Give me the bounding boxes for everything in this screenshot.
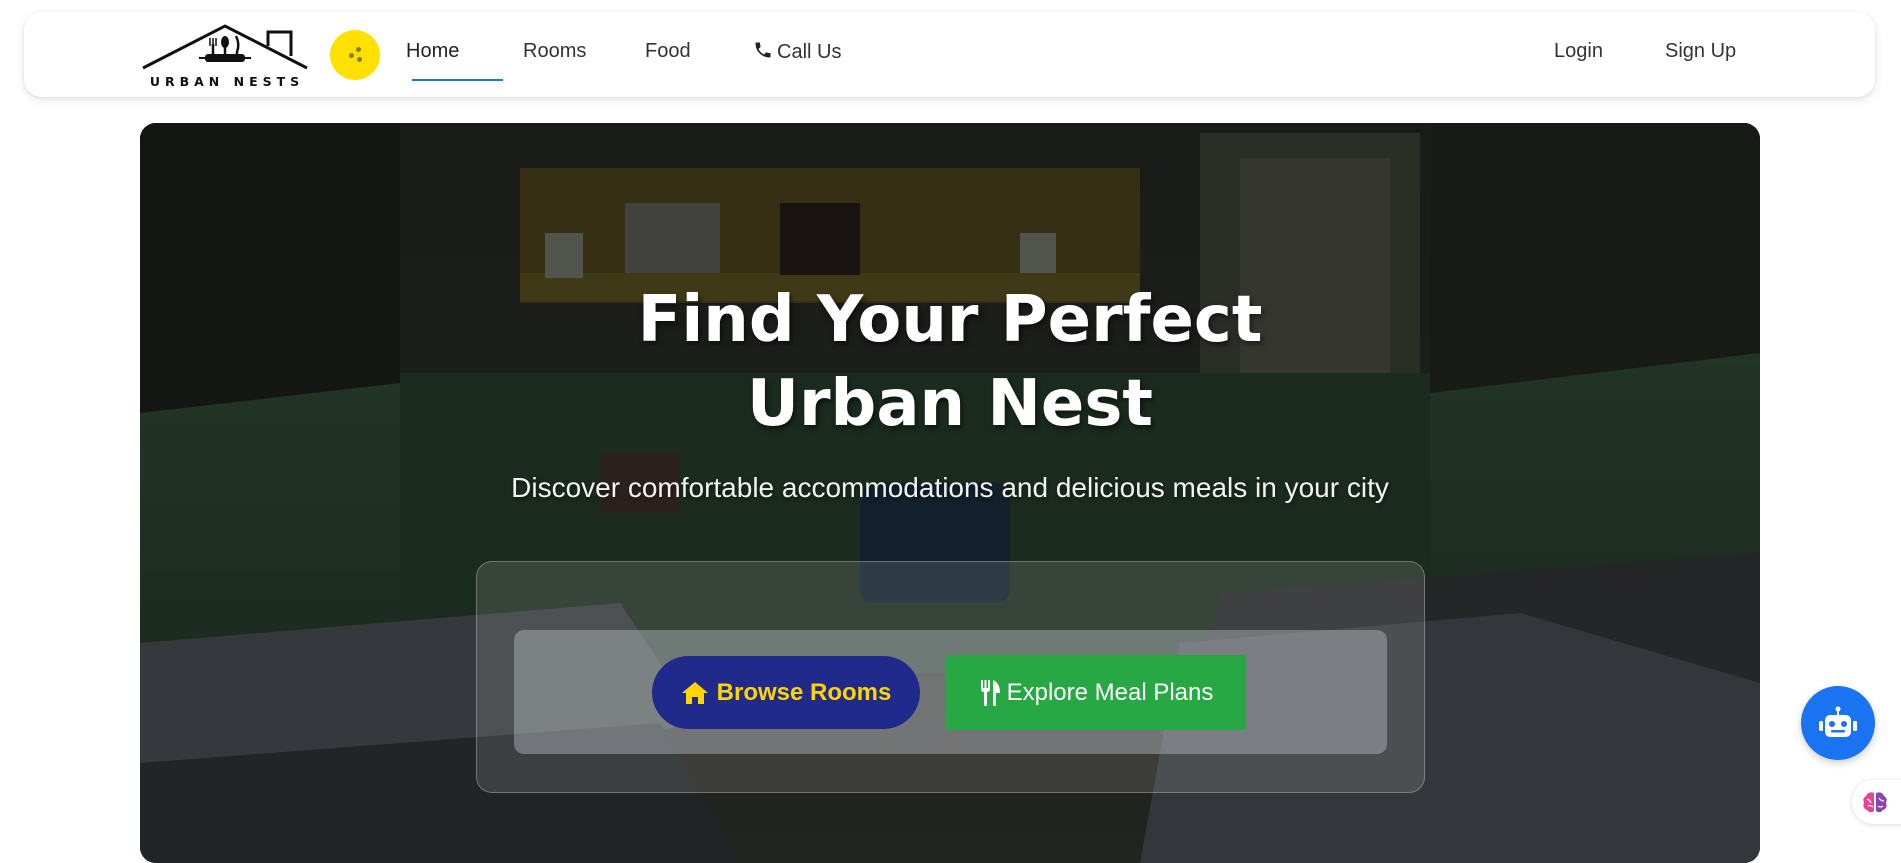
brand-name: URBAN NESTS [149,74,305,89]
house-logo-icon [142,24,308,70]
toggle-dot-icon [349,53,354,58]
nav-link-rooms[interactable]: Rooms [523,40,586,70]
nav-link-call-us[interactable]: Call Us [753,40,841,70]
phone-icon [755,42,771,58]
hero-section: Find Your Perfect Urban Nest Discover co… [140,123,1760,863]
browse-rooms-label: Browse Rooms [716,678,892,706]
toggle-dot-icon [357,57,362,62]
brain-icon [1863,792,1887,813]
active-nav-indicator [412,79,503,81]
utensils-icon [980,679,1000,706]
toggle-dot-icon [356,47,361,52]
ai-assistant-button[interactable] [1852,780,1901,824]
theme-toggle-button[interactable] [330,30,380,80]
explore-meal-plans-button[interactable]: Explore Meal Plans [946,655,1246,730]
chatbot-button[interactable] [1801,686,1875,760]
login-link[interactable]: Login [1554,40,1603,70]
top-navbar: URBAN NESTS Home Rooms Food Call Us Logi… [24,12,1875,97]
nav-link-home[interactable]: Home [406,40,459,70]
browse-rooms-button[interactable]: Browse Rooms [652,656,920,729]
brand-logo[interactable]: URBAN NESTS [141,22,309,89]
nav-link-call-us-label: Call Us [777,41,842,63]
explore-meal-plans-label: Explore Meal Plans [1006,678,1214,706]
nav-link-food[interactable]: Food [645,40,691,70]
home-icon [681,681,708,704]
signup-link[interactable]: Sign Up [1665,40,1736,70]
hero-subtitle: Discover comfortable accommodations and … [511,472,1389,503]
hero-title: Find Your Perfect Urban Nest [637,283,1263,441]
robot-icon [1819,706,1857,737]
